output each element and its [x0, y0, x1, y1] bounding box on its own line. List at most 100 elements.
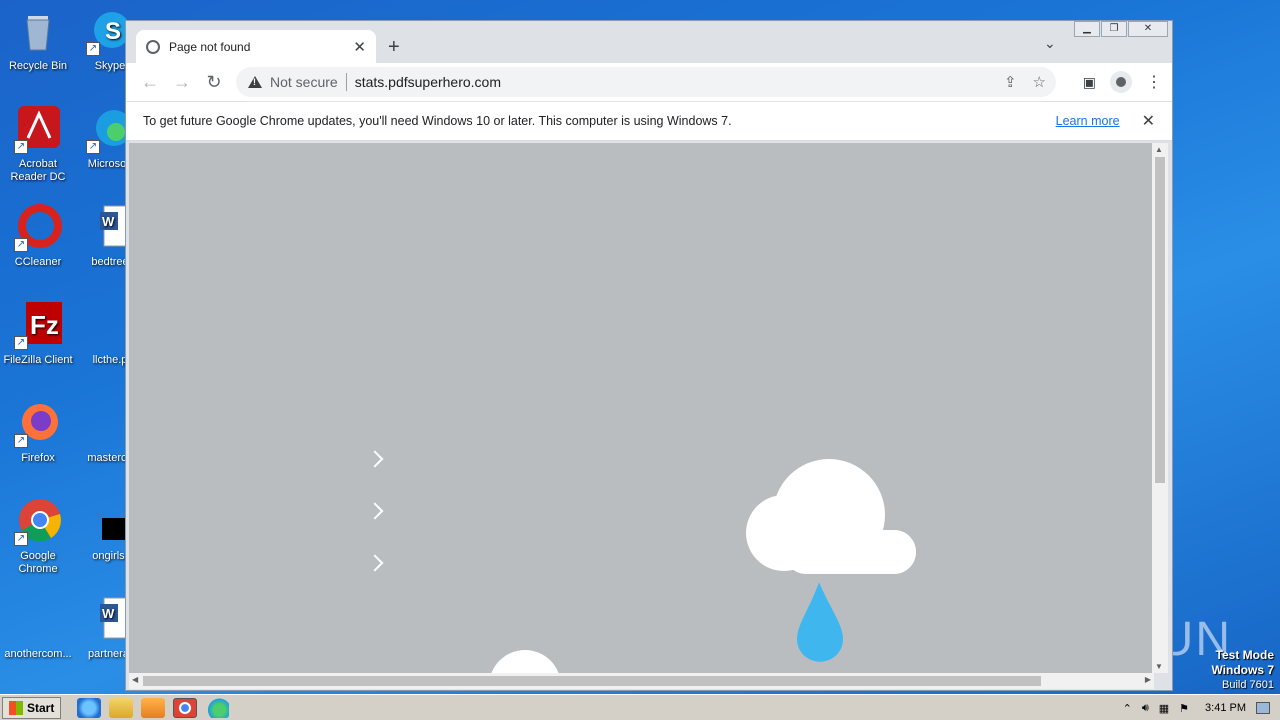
forward-arrow-icon[interactable]: →	[166, 72, 198, 93]
build-line: Build 7601	[1222, 679, 1274, 691]
desktop-icon-label: bedtree	[91, 256, 129, 268]
filezilla-icon: Fz ↗	[14, 302, 62, 350]
edge-taskbar-icon[interactable]	[205, 697, 230, 718]
desktop-icon-label: Skype	[94, 60, 126, 72]
scroll-down-icon[interactable]: ▼	[1155, 662, 1163, 671]
learn-more-link[interactable]: Learn more	[1056, 114, 1120, 128]
system-tray: ⌃ 🔊︎ ▦ ⚑ 3:41 PM	[1123, 695, 1280, 720]
infobar-close-icon[interactable]: ✕	[1142, 111, 1155, 131]
menu-kebab-icon[interactable]: ⋮	[1146, 72, 1162, 92]
os-name-line: Windows 7	[1211, 663, 1274, 677]
start-button[interactable]: Start	[2, 696, 62, 719]
horizontal-scroll-thumb[interactable]	[143, 676, 1041, 686]
shortcut-arrow-icon: ↗	[86, 140, 100, 154]
acrobat-icon: ↗	[14, 106, 62, 154]
cloud-partial-illustration	[491, 650, 559, 673]
svg-text:W: W	[102, 214, 115, 229]
profile-avatar-icon[interactable]	[1110, 71, 1132, 93]
svg-text:S: S	[105, 18, 121, 45]
shortcut-arrow-icon: ↗	[14, 140, 28, 154]
svg-text:Fz: Fz	[30, 310, 59, 340]
blank-file-icon	[14, 596, 62, 644]
shortcut-arrow-icon: ↗	[14, 434, 28, 448]
network-icon[interactable]: ▦	[1159, 702, 1169, 715]
test-mode-line: Test Mode	[1215, 648, 1274, 662]
desktop-icon-chrome[interactable]: ↗ Google Chrome	[0, 498, 76, 576]
chevron-right-icon[interactable]	[366, 450, 384, 468]
desktop-icon-label: Firefox	[21, 452, 55, 464]
chevron-right-icon[interactable]	[366, 502, 384, 520]
recycle-bin-icon	[14, 8, 62, 56]
scroll-right-icon[interactable]: ▶	[1145, 675, 1151, 684]
clock[interactable]: 3:41 PM	[1205, 702, 1246, 714]
media-player-icon[interactable]	[141, 697, 166, 718]
tab-title: Page not found	[169, 39, 251, 54]
window-controls: ▁ ❐ ✕	[1073, 21, 1168, 37]
horizontal-scrollbar[interactable]: ◀ ▶	[129, 673, 1154, 689]
close-window-button[interactable]: ✕	[1128, 21, 1168, 37]
update-infobar: To get future Google Chrome updates, you…	[126, 101, 1172, 141]
reload-icon[interactable]: ↻	[198, 72, 230, 93]
scroll-left-icon[interactable]: ◀	[132, 675, 138, 684]
tab-close-icon[interactable]: ✕	[353, 38, 366, 56]
side-panel-icon[interactable]: ▣	[1083, 74, 1096, 91]
back-arrow-icon[interactable]: ←	[134, 72, 166, 93]
desktop-icon-anothercom[interactable]: anothercom...	[0, 596, 76, 661]
not-secure-label[interactable]: Not secure	[270, 74, 338, 90]
test-mode-notice: Test Mode Windows 7 Build 7601	[1211, 648, 1274, 692]
chrome-window: Page not found ✕ + ⌄ ▁ ❐ ✕ ← → ↻ Not sec…	[125, 20, 1173, 691]
bookmark-star-icon[interactable]: ☆	[1033, 73, 1046, 91]
address-bar[interactable]: Not secure stats.pdfsuperhero.com ⇪ ☆	[236, 67, 1056, 97]
desktop-icon-recycle-bin[interactable]: Recycle Bin	[0, 8, 76, 73]
show-desktop-icon[interactable]	[1256, 702, 1270, 714]
globe-icon	[146, 39, 160, 54]
desktop-icon-label: Acrobat Reader DC	[10, 158, 66, 183]
desktop-icon-filezilla[interactable]: Fz ↗ FileZilla Client	[0, 302, 76, 367]
desktop-icon-label: Recycle Bin	[8, 60, 68, 72]
desktop-icon-firefox[interactable]: ↗ Firefox	[0, 400, 76, 465]
vertical-scroll-thumb[interactable]	[1155, 157, 1165, 483]
infobar-message: To get future Google Chrome updates, you…	[143, 114, 732, 128]
desktop-icon-ccleaner[interactable]: ↗ CCleaner	[0, 204, 76, 269]
desktop-icon-label: CCleaner	[14, 256, 62, 268]
volume-icon[interactable]: 🔊︎	[1142, 702, 1149, 715]
desktop-icon-acrobat[interactable]: ↗ Acrobat Reader DC	[0, 106, 76, 184]
toolbar-right: ▣ ⋮	[1083, 71, 1162, 93]
new-tab-button[interactable]: +	[388, 36, 400, 59]
page-content	[129, 143, 1154, 673]
start-label: Start	[27, 700, 55, 715]
shortcut-arrow-icon: ↗	[14, 238, 28, 252]
chrome-taskbar-icon[interactable]	[173, 697, 198, 718]
omnibox-actions: ⇪ ☆	[1004, 73, 1046, 91]
share-icon[interactable]: ⇪	[1004, 73, 1017, 91]
minimize-button[interactable]: ▁	[1074, 21, 1100, 37]
tab-search-chevron-icon[interactable]: ⌄	[1044, 35, 1056, 52]
restore-button[interactable]: ❐	[1101, 21, 1127, 37]
windows-flag-icon	[9, 700, 23, 715]
tab-strip: Page not found ✕ + ⌄ ▁ ❐ ✕	[126, 21, 1172, 63]
ccleaner-icon: ↗	[14, 204, 62, 252]
desktop-icon-label: ongirls.	[92, 550, 128, 562]
url-text[interactable]: stats.pdfsuperhero.com	[355, 74, 501, 90]
omnibox-divider	[345, 73, 347, 91]
chevron-right-icon[interactable]	[366, 554, 384, 572]
shortcut-arrow-icon: ↗	[86, 42, 100, 56]
shortcut-arrow-icon: ↗	[14, 532, 28, 546]
taskbar: Start ⌃ 🔊︎ ▦ ⚑ 3:41 PM	[0, 694, 1280, 720]
cloud-rain-illustration	[746, 459, 916, 662]
tab-page-not-found[interactable]: Page not found ✕	[136, 30, 376, 63]
scroll-up-icon[interactable]: ▲	[1155, 145, 1163, 154]
firefox-icon: ↗	[14, 400, 62, 448]
tray-expand-icon[interactable]: ⌃	[1123, 702, 1132, 715]
shortcut-arrow-icon: ↗	[14, 336, 28, 350]
svg-text:W: W	[102, 606, 115, 621]
vertical-scrollbar[interactable]: ▲ ▼	[1152, 143, 1168, 673]
desktop-icon-label: Google Chrome	[18, 550, 58, 575]
browser-toolbar: ← → ↻ Not secure stats.pdfsuperhero.com …	[126, 63, 1172, 101]
action-center-flag-icon[interactable]: ⚑	[1179, 702, 1189, 715]
internet-explorer-icon[interactable]	[77, 697, 102, 718]
file-explorer-icon[interactable]	[109, 697, 134, 718]
desktop-icon-label: FileZilla Client	[3, 354, 73, 366]
warning-icon	[248, 76, 262, 88]
chrome-icon: ↗	[14, 498, 62, 546]
